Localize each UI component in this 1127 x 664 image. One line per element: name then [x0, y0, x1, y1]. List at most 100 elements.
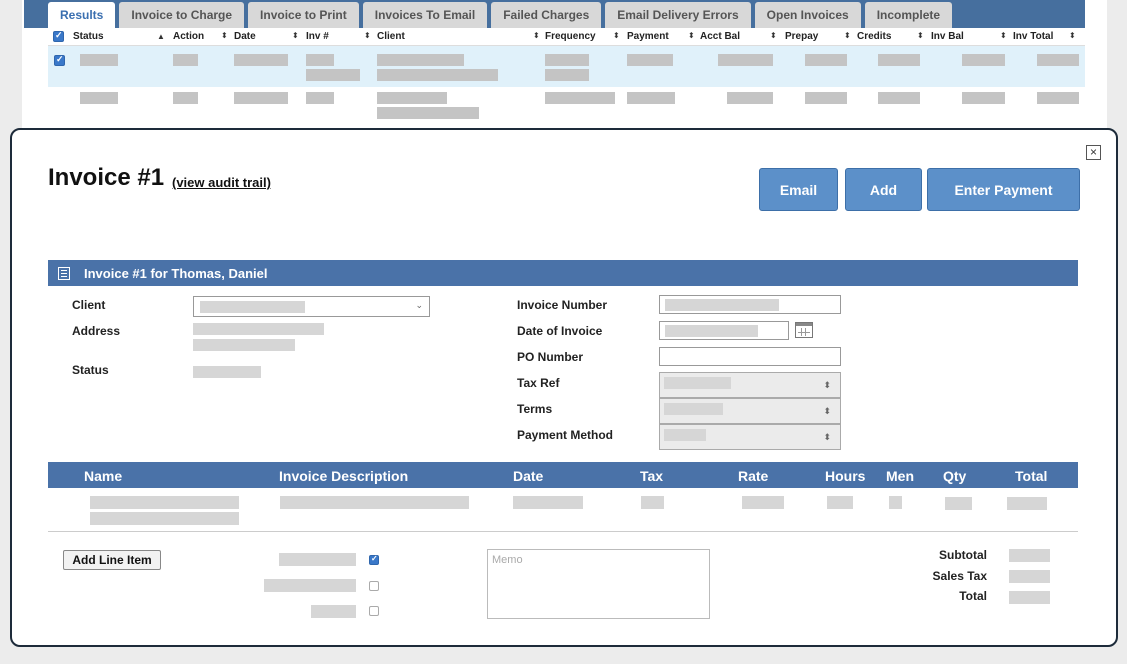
redacted-value: [727, 92, 773, 104]
redacted-value: [664, 403, 723, 415]
client-select[interactable]: ⌄: [193, 296, 430, 317]
terms-label: Terms: [517, 402, 553, 416]
sort-icon[interactable]: ⬍: [364, 31, 371, 40]
tax-ref-label: Tax Ref: [517, 376, 560, 390]
tab-invoice-to-print[interactable]: Invoice to Print: [248, 2, 359, 28]
sort-icon[interactable]: ⬍: [221, 31, 228, 40]
invoice-number-field[interactable]: [659, 295, 841, 314]
redacted-value: [1037, 92, 1079, 104]
col-header-date[interactable]: Date: [234, 31, 256, 42]
redacted-value: [805, 54, 847, 66]
section-title: Invoice #1 for Thomas, Daniel: [84, 265, 268, 281]
redacted-value: [878, 92, 920, 104]
col-header-inv-total[interactable]: Inv Total: [1013, 31, 1053, 42]
redacted-value: [664, 429, 706, 441]
select-all-checkbox[interactable]: [53, 30, 64, 42]
redacted-value: [1037, 54, 1079, 66]
redacted-value: [377, 92, 447, 104]
redacted-value: [306, 69, 360, 81]
col-header-rate: Rate: [738, 468, 769, 484]
col-header-credits[interactable]: Credits: [857, 31, 891, 42]
po-number-field[interactable]: [659, 347, 841, 366]
invoice-section-header: Invoice #1 for Thomas, Daniel: [48, 260, 1078, 286]
col-header-prepay[interactable]: Prepay: [785, 31, 818, 42]
col-header-tax: Tax: [640, 468, 664, 484]
row-checkbox[interactable]: [54, 54, 65, 66]
redacted-value: [827, 496, 853, 509]
add-button[interactable]: Add: [845, 168, 922, 211]
close-icon[interactable]: ×: [1086, 145, 1101, 160]
subtotal-label: Subtotal: [939, 548, 987, 562]
redacted-value: [193, 323, 324, 335]
sort-icon[interactable]: ⬍: [533, 31, 540, 40]
sort-icon[interactable]: ⬍: [844, 31, 851, 40]
updown-icon: ⬍: [823, 406, 831, 416]
redacted-value: [173, 92, 198, 104]
redacted-value: [962, 54, 1005, 66]
redacted-value: [193, 366, 261, 378]
redacted-value: [962, 92, 1005, 104]
option-checkbox[interactable]: [369, 581, 379, 591]
redacted-value: [279, 553, 356, 566]
chevron-down-icon: ⌄: [415, 300, 423, 310]
redacted-value: [311, 605, 356, 618]
col-header-action[interactable]: Action: [173, 31, 204, 42]
col-header-date: Date: [513, 468, 544, 484]
payment-method-select[interactable]: ⬍: [659, 424, 841, 450]
redacted-value: [1009, 570, 1050, 583]
col-header-status[interactable]: Status: [73, 31, 104, 42]
col-header-hours: Hours: [825, 468, 866, 484]
redacted-value: [945, 497, 972, 510]
enter-payment-button[interactable]: Enter Payment: [927, 168, 1080, 211]
redacted-value: [545, 69, 589, 81]
add-line-item-button[interactable]: Add Line Item: [63, 550, 161, 570]
memo-textarea[interactable]: [487, 549, 710, 619]
tab-results[interactable]: Results: [48, 2, 116, 28]
sort-icon[interactable]: ⬍: [1000, 31, 1007, 40]
redacted-value: [627, 92, 675, 104]
tax-ref-select[interactable]: ⬍: [659, 372, 841, 398]
results-tabbar: Results Invoice to Charge Invoice to Pri…: [24, 0, 1085, 28]
col-header-inv[interactable]: Inv #: [306, 31, 329, 42]
redacted-value: [90, 512, 239, 525]
sort-icon[interactable]: ⬍: [688, 31, 695, 40]
redacted-value: [234, 54, 288, 66]
redacted-value: [545, 92, 615, 104]
email-button[interactable]: Email: [759, 168, 838, 211]
col-header-men: Men: [886, 468, 914, 484]
tab-invoices-to-email[interactable]: Invoices To Email: [362, 2, 488, 28]
sort-icon[interactable]: ⬍: [1069, 31, 1076, 40]
tab-incomplete[interactable]: Incomplete: [864, 2, 953, 28]
redacted-value: [889, 496, 902, 509]
tab-failed-charges[interactable]: Failed Charges: [491, 2, 602, 28]
divider: [48, 531, 1078, 532]
col-header-client[interactable]: Client: [377, 31, 405, 42]
col-header-frequency[interactable]: Frequency: [545, 31, 596, 42]
total-label: Total: [959, 589, 987, 603]
col-header-total: Total: [1015, 468, 1048, 484]
line-items-header: Name Invoice Description Date Tax Rate H…: [48, 462, 1078, 488]
redacted-value: [665, 299, 779, 311]
sort-icon[interactable]: ⬍: [613, 31, 620, 40]
sort-asc-icon[interactable]: ▲: [157, 32, 165, 41]
calendar-icon[interactable]: [795, 322, 813, 338]
col-header-inv-bal[interactable]: Inv Bal: [931, 31, 964, 42]
tab-invoice-to-charge[interactable]: Invoice to Charge: [119, 2, 245, 28]
redacted-value: [878, 54, 920, 66]
sort-icon[interactable]: ⬍: [770, 31, 777, 40]
redacted-value: [377, 54, 464, 66]
view-audit-trail-link[interactable]: (view audit trail): [172, 175, 271, 190]
terms-select[interactable]: ⬍: [659, 398, 841, 424]
col-header-acct-bal[interactable]: Acct Bal: [700, 31, 740, 42]
option-checkbox[interactable]: [369, 554, 379, 565]
redacted-value: [280, 496, 469, 509]
sort-icon[interactable]: ⬍: [917, 31, 924, 40]
col-header-payment[interactable]: Payment: [627, 31, 669, 42]
invoice-date-field[interactable]: [659, 321, 789, 340]
option-checkbox[interactable]: [369, 606, 379, 616]
sort-icon[interactable]: ⬍: [292, 31, 299, 40]
modal-title: Invoice #1: [48, 164, 165, 191]
tab-open-invoices[interactable]: Open Invoices: [754, 2, 861, 28]
redacted-value: [306, 54, 334, 66]
tab-email-delivery-errors[interactable]: Email Delivery Errors: [605, 2, 751, 28]
